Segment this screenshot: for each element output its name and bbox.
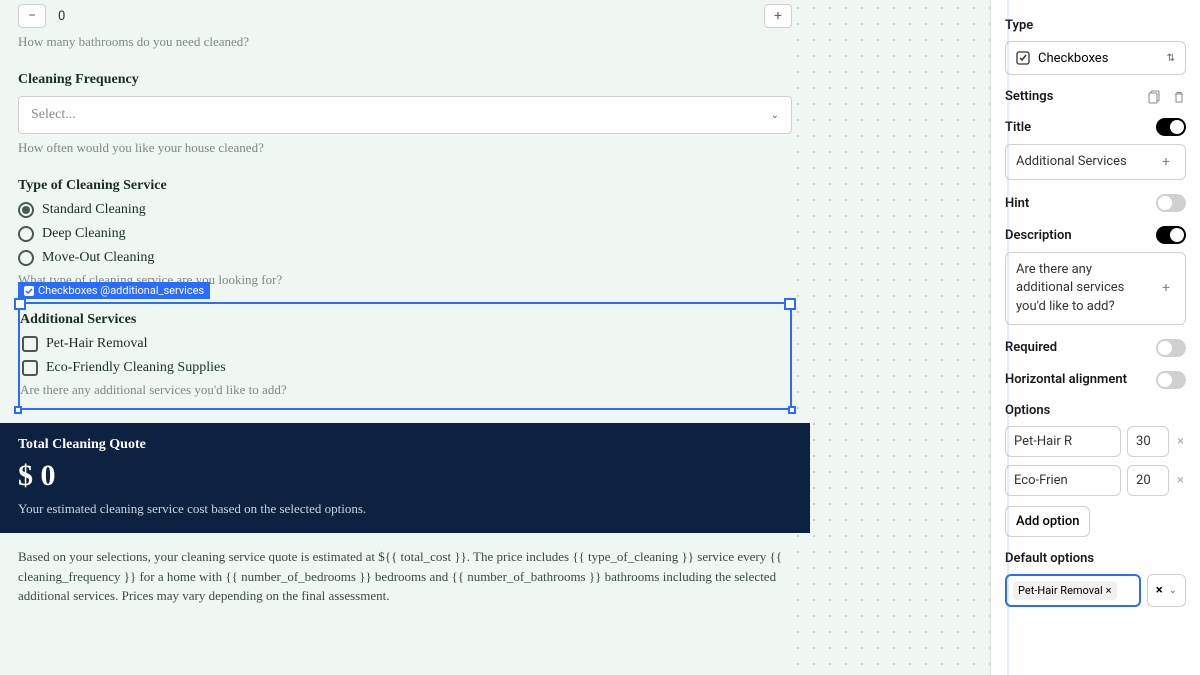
hint-toggle[interactable]	[1156, 194, 1186, 212]
checkboxes-icon	[1016, 51, 1030, 65]
clear-icon[interactable]: ×	[1156, 583, 1163, 598]
radio-standard[interactable]: Standard Cleaning	[18, 202, 792, 218]
chevron-down-icon: ⌄	[771, 110, 779, 121]
chevron-down-icon[interactable]: ⌄	[1169, 585, 1177, 596]
quote-desc: Your estimated cleaning service cost bas…	[18, 501, 792, 517]
required-toggle[interactable]	[1156, 339, 1186, 357]
checkbox-icon	[22, 336, 38, 352]
frequency-placeholder: Select...	[31, 107, 76, 123]
plus-icon[interactable]: +	[1157, 153, 1175, 171]
radio-icon	[18, 250, 34, 266]
checkbox-eco[interactable]: Eco-Friendly Cleaning Supplies	[20, 360, 790, 376]
remove-option-icon[interactable]: ×	[1175, 473, 1186, 488]
quote-title: Total Cleaning Quote	[18, 437, 792, 453]
checkbox-icon	[24, 286, 34, 296]
summary-text: Based on your selections, your cleaning …	[18, 547, 792, 606]
checkbox-label: Eco-Friendly Cleaning Supplies	[46, 360, 226, 376]
increment-button[interactable]: +	[764, 4, 792, 28]
option-row: Pet-Hair R 30 ×	[1005, 426, 1186, 457]
options-label: Options	[1005, 403, 1186, 418]
form-area: − + How many bathrooms do you need clean…	[0, 4, 810, 624]
radio-label: Deep Cleaning	[42, 226, 126, 242]
default-options-label: Default options	[1005, 551, 1186, 566]
radio-icon	[18, 202, 34, 218]
settings-label: Settings	[1005, 89, 1053, 104]
chip-remove-icon[interactable]: ×	[1106, 584, 1112, 597]
title-toggle-label: Title	[1005, 120, 1031, 135]
cleaning-type-label: Type of Cleaning Service	[18, 178, 792, 194]
option-row: Eco-Frien 20 ×	[1005, 465, 1186, 496]
hint-toggle-label: Hint	[1005, 196, 1029, 211]
remove-option-icon[interactable]: ×	[1175, 434, 1186, 449]
default-chip: Pet-Hair Removal ×	[1013, 581, 1117, 600]
additional-services-block[interactable]: Checkboxes @additional_services Addition…	[18, 302, 792, 410]
additional-help: Are there any additional services you'd …	[20, 382, 790, 398]
required-label: Required	[1005, 340, 1057, 355]
form-canvas: − + How many bathrooms do you need clean…	[0, 0, 990, 675]
type-select[interactable]: Checkboxes ⇅	[1005, 41, 1186, 75]
quote-box: Total Cleaning Quote $ 0 Your estimated …	[0, 423, 810, 533]
bathrooms-input[interactable]	[52, 4, 758, 28]
option-value-input[interactable]: 30	[1127, 426, 1169, 457]
desc-input[interactable]: Are there any additional services you'd …	[1005, 252, 1186, 325]
bathrooms-help: How many bathrooms do you need cleaned?	[18, 34, 792, 50]
type-label: Type	[1005, 18, 1186, 33]
updown-icon: ⇅	[1167, 53, 1175, 64]
quote-amount: $ 0	[18, 459, 792, 493]
radio-deep[interactable]: Deep Cleaning	[18, 226, 792, 242]
canvas-grid	[790, 0, 990, 675]
decrement-button[interactable]: −	[18, 4, 46, 28]
trash-icon[interactable]	[1172, 90, 1186, 104]
default-controls: × ⌄	[1147, 574, 1186, 607]
title-input[interactable]: Additional Services +	[1005, 144, 1186, 180]
title-toggle[interactable]	[1156, 118, 1186, 136]
frequency-label: Cleaning Frequency	[18, 72, 792, 88]
checkbox-label: Pet-Hair Removal	[46, 336, 147, 352]
checkbox-pethair[interactable]: Pet-Hair Removal	[20, 336, 790, 352]
radio-label: Move-Out Cleaning	[42, 250, 154, 266]
plus-icon[interactable]: +	[1157, 279, 1175, 297]
option-name-input[interactable]: Pet-Hair R	[1005, 426, 1121, 457]
radio-icon	[18, 226, 34, 242]
horiz-toggle[interactable]	[1156, 371, 1186, 389]
horiz-label: Horizontal alignment	[1005, 372, 1127, 387]
radio-moveout[interactable]: Move-Out Cleaning	[18, 250, 792, 266]
block-tag: Checkboxes @additional_services	[18, 282, 210, 299]
properties-panel: Type Checkboxes ⇅ Settings Title Additio…	[990, 0, 1200, 675]
option-name-input[interactable]: Eco-Frien	[1005, 465, 1121, 496]
add-option-button[interactable]: Add option	[1005, 506, 1090, 537]
desc-toggle[interactable]	[1156, 226, 1186, 244]
option-value-input[interactable]: 20	[1127, 465, 1169, 496]
desc-toggle-label: Description	[1005, 228, 1072, 243]
frequency-help: How often would you like your house clea…	[18, 140, 792, 156]
copy-icon[interactable]	[1148, 90, 1162, 104]
radio-label: Standard Cleaning	[42, 202, 146, 218]
default-options-select[interactable]: Pet-Hair Removal ×	[1005, 574, 1141, 607]
checkbox-icon	[22, 360, 38, 376]
frequency-select[interactable]: Select... ⌄	[18, 96, 792, 134]
additional-label: Additional Services	[20, 312, 790, 328]
bathrooms-stepper: − +	[18, 4, 792, 28]
